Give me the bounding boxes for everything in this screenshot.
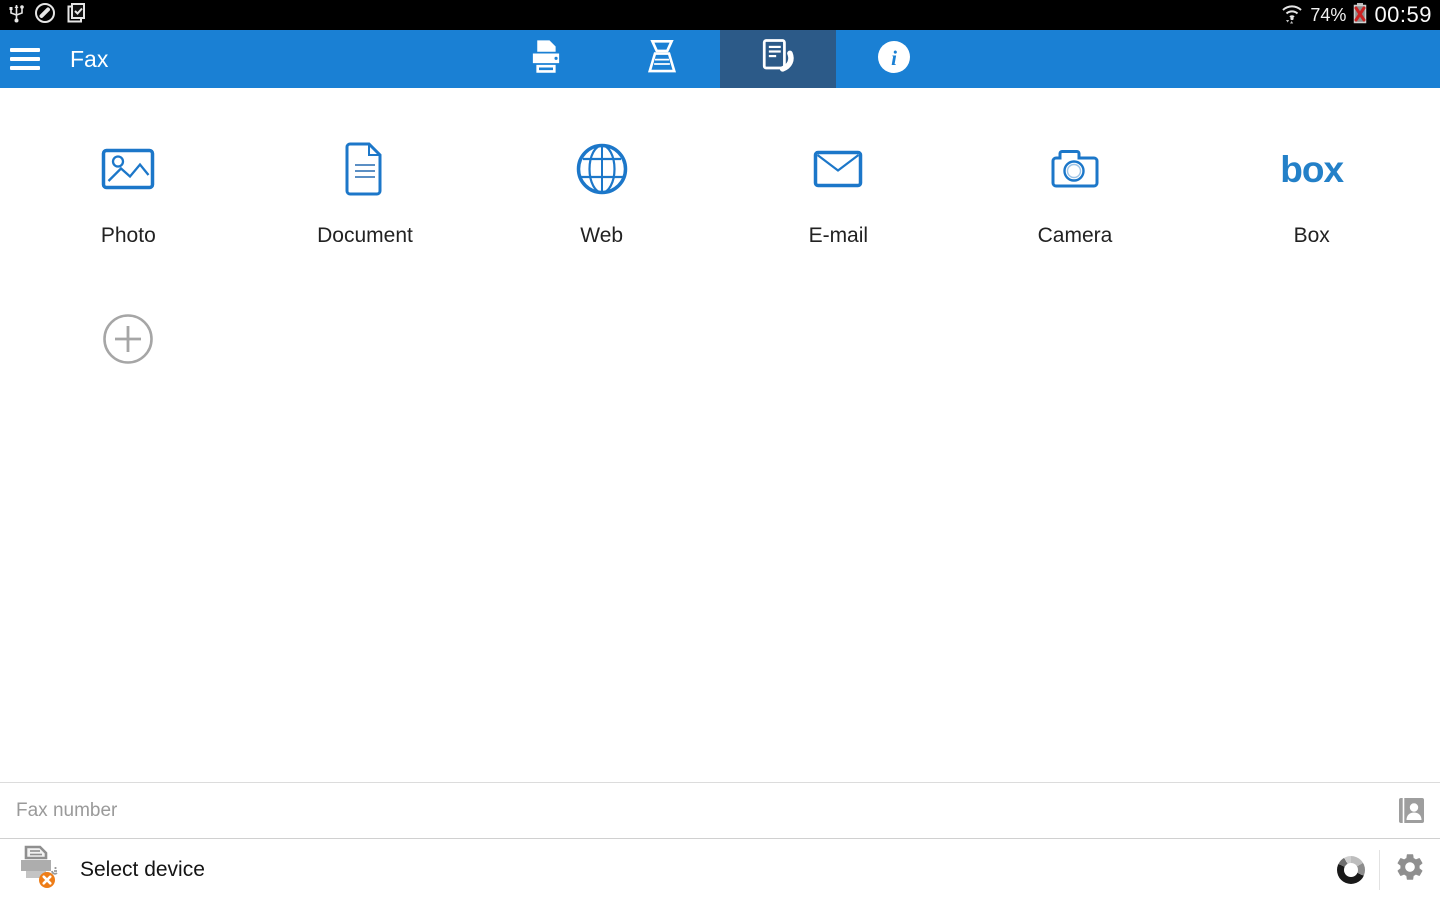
add-source-button[interactable] (10, 308, 247, 370)
source-label: Web (580, 224, 623, 248)
disc-icon (34, 2, 56, 29)
plus-icon (102, 308, 154, 370)
select-device-label: Select device (80, 858, 205, 882)
document-icon (344, 138, 386, 200)
select-device-button[interactable]: Select device (14, 843, 205, 896)
source-label: Document (317, 224, 413, 248)
settings-gear-icon[interactable] (1394, 851, 1426, 888)
source-label: Camera (1038, 224, 1113, 248)
page-title: Fax (70, 46, 108, 73)
fax-number-input[interactable] (0, 800, 1398, 822)
printer-icon (525, 36, 567, 83)
status-bar: 74% 00:59 (0, 0, 1440, 30)
contacts-icon[interactable] (1398, 797, 1425, 824)
info-icon: i (876, 39, 912, 80)
camera-icon (1049, 138, 1101, 200)
web-icon (575, 138, 629, 200)
content-area: Photo Document (0, 88, 1440, 782)
source-grid: Photo Document (10, 138, 1430, 248)
source-grid-row2 (10, 308, 1430, 370)
clipboard-check-icon (65, 2, 87, 29)
tab-fax[interactable] (720, 30, 836, 88)
battery-error-icon (1352, 1, 1368, 30)
fax-icon (756, 35, 800, 84)
status-time: 00:59 (1374, 2, 1432, 28)
progress-spinner (1337, 856, 1365, 884)
source-email[interactable]: E-mail (720, 138, 957, 248)
email-icon (813, 138, 863, 200)
fax-number-row (0, 782, 1440, 838)
status-bar-right: 74% 00:59 (1280, 1, 1432, 30)
mode-tabs: i (488, 30, 952, 88)
bottom-bar-right (1337, 850, 1426, 890)
scanner-icon (641, 36, 683, 83)
box-logo: box (1280, 138, 1343, 200)
status-bar-left (8, 2, 87, 29)
usb-icon (8, 2, 25, 29)
wifi-icon (1280, 2, 1304, 29)
printer-disconnected-icon (14, 843, 64, 896)
svg-text:i: i (891, 46, 897, 70)
source-camera[interactable]: Camera (957, 138, 1194, 248)
source-photo[interactable]: Photo (10, 138, 247, 248)
divider (1379, 850, 1380, 890)
source-label: Box (1294, 224, 1330, 248)
source-label: Photo (101, 224, 156, 248)
source-document[interactable]: Document (247, 138, 484, 248)
source-web[interactable]: Web (483, 138, 720, 248)
bottom-bar: Select device (0, 838, 1440, 900)
source-label: E-mail (809, 224, 869, 248)
tab-scan[interactable] (604, 30, 720, 88)
photo-icon (101, 138, 155, 200)
app-bar: Fax (0, 30, 1440, 88)
tab-print[interactable] (488, 30, 604, 88)
battery-percent: 74% (1310, 5, 1346, 26)
source-box[interactable]: box Box (1193, 138, 1430, 248)
app-screen: 74% 00:59 Fax (0, 0, 1440, 900)
menu-hamburger-icon[interactable] (10, 36, 56, 82)
tab-info[interactable]: i (836, 30, 952, 88)
